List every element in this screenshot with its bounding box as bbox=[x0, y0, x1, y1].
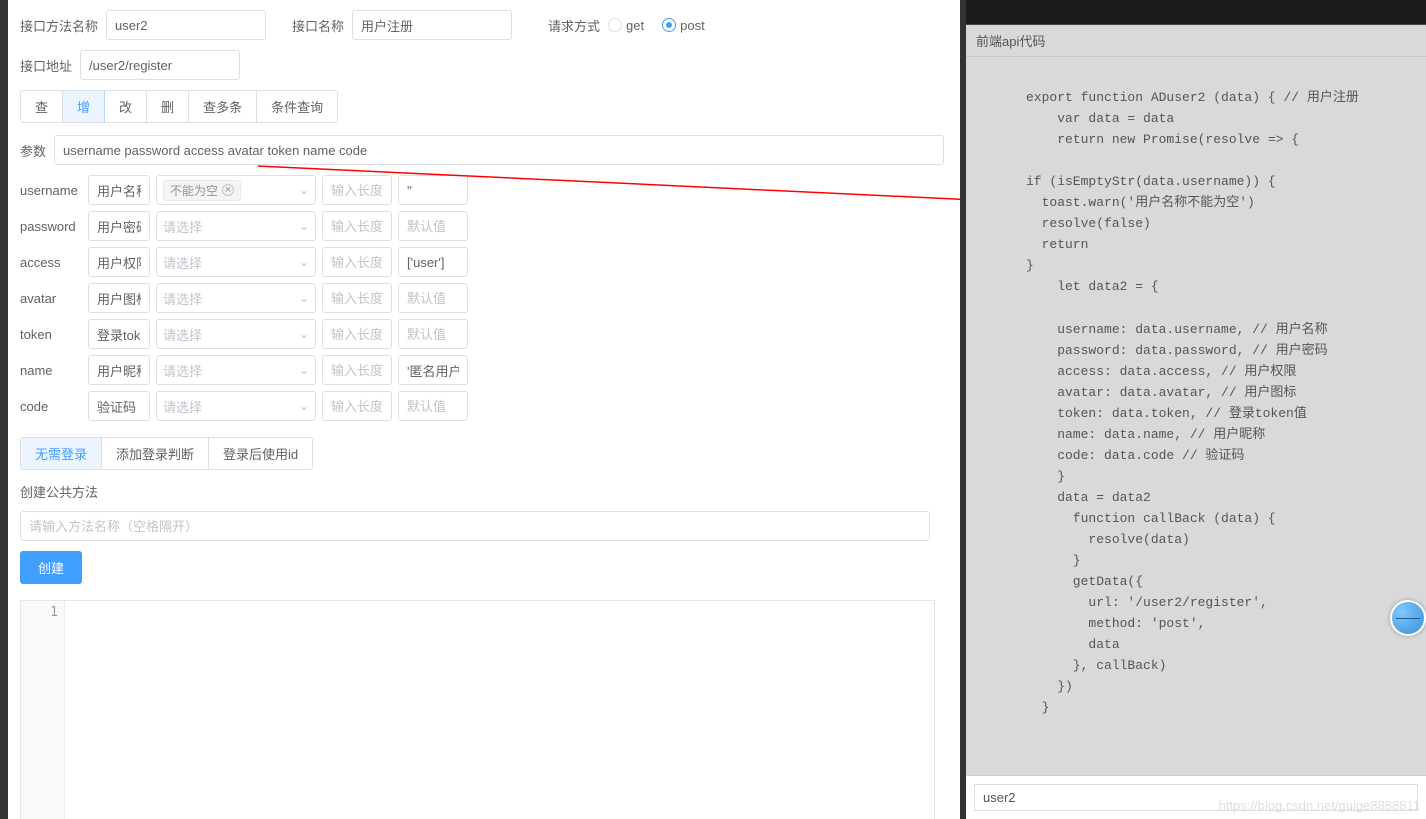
radio-dot-icon bbox=[608, 18, 622, 32]
field-row-avatar: avatar 请选择 ⌄ bbox=[20, 283, 948, 313]
field-key: token bbox=[20, 327, 82, 342]
editor-body[interactable] bbox=[65, 601, 934, 819]
field-desc-input[interactable] bbox=[88, 283, 150, 313]
field-row-name: name 请选择 ⌄ bbox=[20, 355, 948, 385]
field-key: username bbox=[20, 183, 82, 198]
url-label: 接口地址 bbox=[20, 56, 72, 75]
field-desc-input[interactable] bbox=[88, 319, 150, 349]
login-tab-2[interactable]: 登录后使用id bbox=[209, 438, 312, 469]
field-default-input[interactable] bbox=[398, 391, 468, 421]
field-desc-input[interactable] bbox=[88, 391, 150, 421]
login-tab-1[interactable]: 添加登录判断 bbox=[102, 438, 209, 469]
rule-placeholder: 请选择 bbox=[163, 289, 202, 308]
field-desc-input[interactable] bbox=[88, 355, 150, 385]
field-key: password bbox=[20, 219, 82, 234]
field-row-token: token 请选择 ⌄ bbox=[20, 319, 948, 349]
field-length-input[interactable] bbox=[322, 283, 392, 313]
field-rule-select[interactable]: 请选择 ⌄ bbox=[156, 283, 316, 313]
right-footer-input[interactable] bbox=[974, 784, 1418, 811]
floating-badge-icon[interactable] bbox=[1390, 600, 1426, 636]
field-key: code bbox=[20, 399, 82, 414]
crud-tabs: 查增改删查多条条件查询 bbox=[20, 90, 338, 123]
field-length-input[interactable] bbox=[322, 175, 392, 205]
chevron-down-icon: ⌄ bbox=[299, 327, 309, 341]
field-row-username: username 不能为空 × ⌄ bbox=[20, 175, 948, 205]
field-default-input[interactable] bbox=[398, 247, 468, 277]
params-input[interactable] bbox=[54, 135, 944, 165]
tag-close-icon[interactable]: × bbox=[222, 184, 234, 196]
rule-placeholder: 请选择 bbox=[163, 361, 202, 380]
login-tabs: 无需登录添加登录判断登录后使用id bbox=[20, 437, 313, 470]
chevron-down-icon: ⌄ bbox=[299, 363, 309, 377]
method-name-input[interactable] bbox=[106, 10, 266, 40]
field-default-input[interactable] bbox=[398, 175, 468, 205]
post-label: post bbox=[680, 18, 705, 33]
url-input[interactable] bbox=[80, 50, 240, 80]
code-preview: export function ADuser2 (data) { // 用户注册… bbox=[966, 57, 1426, 775]
rule-placeholder: 请选择 bbox=[163, 325, 202, 344]
crud-tab-4[interactable]: 查多条 bbox=[189, 91, 257, 122]
chevron-down-icon: ⌄ bbox=[299, 255, 309, 269]
crud-tab-0[interactable]: 查 bbox=[21, 91, 63, 122]
rule-tag: 不能为空 × bbox=[163, 180, 241, 201]
field-default-input[interactable] bbox=[398, 319, 468, 349]
field-length-input[interactable] bbox=[322, 319, 392, 349]
field-length-input[interactable] bbox=[322, 391, 392, 421]
left-panel: 接口方法名称 接口名称 请求方式 get post 接口地址 查增改删查多条条件… bbox=[0, 0, 960, 819]
crud-tab-1[interactable]: 增 bbox=[63, 91, 105, 122]
rule-placeholder: 请选择 bbox=[163, 253, 202, 272]
radio-get[interactable]: get bbox=[608, 18, 644, 33]
request-method-label: 请求方式 bbox=[548, 16, 600, 35]
chevron-down-icon: ⌄ bbox=[299, 183, 309, 197]
crud-tab-3[interactable]: 删 bbox=[147, 91, 189, 122]
editor-gutter: 1 bbox=[21, 601, 65, 819]
field-key: avatar bbox=[20, 291, 82, 306]
field-row-password: password 请选择 ⌄ bbox=[20, 211, 948, 241]
field-desc-input[interactable] bbox=[88, 247, 150, 277]
field-rule-select[interactable]: 请选择 ⌄ bbox=[156, 391, 316, 421]
rule-placeholder: 请选择 bbox=[163, 397, 202, 416]
field-rule-select[interactable]: 不能为空 × ⌄ bbox=[156, 175, 316, 205]
get-label: get bbox=[626, 18, 644, 33]
field-key: access bbox=[20, 255, 82, 270]
field-rule-select[interactable]: 请选择 ⌄ bbox=[156, 211, 316, 241]
crud-tab-2[interactable]: 改 bbox=[105, 91, 147, 122]
rule-placeholder: 请选择 bbox=[163, 217, 202, 236]
crud-tab-5[interactable]: 条件查询 bbox=[257, 91, 337, 122]
api-name-label: 接口名称 bbox=[292, 16, 344, 35]
field-default-input[interactable] bbox=[398, 355, 468, 385]
params-label: 参数 bbox=[20, 141, 46, 160]
field-rule-select[interactable]: 请选择 ⌄ bbox=[156, 355, 316, 385]
code-editor[interactable]: 1 bbox=[20, 600, 935, 819]
chevron-down-icon: ⌄ bbox=[299, 399, 309, 413]
field-length-input[interactable] bbox=[322, 211, 392, 241]
right-panel: 前端api代码 export function ADuser2 (data) {… bbox=[960, 0, 1426, 819]
right-title: 前端api代码 bbox=[966, 25, 1426, 57]
right-header-bar bbox=[966, 0, 1426, 25]
field-default-input[interactable] bbox=[398, 283, 468, 313]
field-length-input[interactable] bbox=[322, 247, 392, 277]
api-name-input[interactable] bbox=[352, 10, 512, 40]
radio-dot-icon bbox=[662, 18, 676, 32]
chevron-down-icon: ⌄ bbox=[299, 291, 309, 305]
public-method-label: 创建公共方法 bbox=[20, 482, 948, 501]
field-desc-input[interactable] bbox=[88, 175, 150, 205]
field-default-input[interactable] bbox=[398, 211, 468, 241]
field-rule-select[interactable]: 请选择 ⌄ bbox=[156, 319, 316, 349]
field-row-access: access 请选择 ⌄ bbox=[20, 247, 948, 277]
create-button[interactable]: 创建 bbox=[20, 551, 82, 584]
chevron-down-icon: ⌄ bbox=[299, 219, 309, 233]
field-rule-select[interactable]: 请选择 ⌄ bbox=[156, 247, 316, 277]
field-desc-input[interactable] bbox=[88, 211, 150, 241]
method-name-label: 接口方法名称 bbox=[20, 16, 98, 35]
right-footer bbox=[966, 775, 1426, 819]
login-tab-0[interactable]: 无需登录 bbox=[21, 438, 102, 469]
public-method-input[interactable] bbox=[20, 511, 930, 541]
field-key: name bbox=[20, 363, 82, 378]
radio-post[interactable]: post bbox=[662, 18, 705, 33]
field-length-input[interactable] bbox=[322, 355, 392, 385]
field-row-code: code 请选择 ⌄ bbox=[20, 391, 948, 421]
